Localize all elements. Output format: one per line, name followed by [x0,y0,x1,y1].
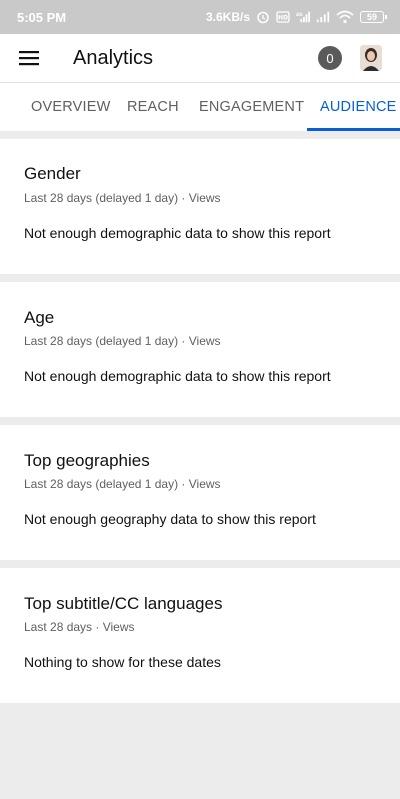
tab-reach[interactable]: REACH [127,83,179,131]
card-title: Gender [24,164,81,183]
svg-text:HD: HD [278,15,288,22]
card-subtitle: Last 28 days · Views [24,620,135,634]
geographies-card: Top geographies Last 28 days (delayed 1 … [0,425,400,560]
card-title: Age [24,308,55,327]
card-message: Not enough geography data to show this r… [24,511,316,527]
battery-icon: 59 [360,11,387,23]
card-subtitle: Last 28 days (delayed 1 day) · Views [24,334,221,348]
tab-overview[interactable]: OVERVIEW [31,83,111,131]
active-tab-indicator [307,128,400,131]
tab-engagement[interactable]: ENGAGEMENT [199,83,304,131]
card-subtitle: Last 28 days (delayed 1 day) · Views [24,191,221,205]
hamburger-menu-icon [19,51,39,66]
page-title: Analytics [73,46,154,69]
tab-audience[interactable]: AUDIENCE [320,83,397,131]
card-message: Nothing to show for these dates [24,654,221,670]
signal-4g-icon: 4G [296,11,310,23]
subtitle-languages-card: Top subtitle/CC languages Last 28 days ·… [0,568,400,703]
status-icons: 3.6KB/s HD 4G 59 [205,10,387,24]
age-card: Age Last 28 days (delayed 1 day) · Views… [0,282,400,417]
network-speed: 3.6KB/s [205,10,250,24]
card-message: Not enough demographic data to show this… [24,225,331,241]
profile-photo-icon [360,45,382,71]
tab-bar: OVERVIEW REACH ENGAGEMENT AUDIENCE [0,83,400,131]
card-title: Top geographies [24,451,150,470]
card-subtitle: Last 28 days (delayed 1 day) · Views [24,477,221,491]
hd-icon: HD [276,11,290,23]
status-bar: 5:05 PM 3.6KB/s HD 4G 59 [0,0,400,34]
status-time: 5:05 PM [17,9,67,25]
notification-badge[interactable]: 0 [318,46,342,70]
wifi-icon [336,10,354,24]
card-message: Not enough demographic data to show this… [24,368,331,384]
alarm-icon [257,11,269,24]
gender-card: Gender Last 28 days (delayed 1 day) · Vi… [0,139,400,274]
app-bar: Analytics 0 [0,34,400,82]
battery-level: 59 [366,12,377,22]
menu-button[interactable] [0,34,58,82]
avatar[interactable] [360,45,382,71]
signal-icon [316,11,330,23]
card-title: Top subtitle/CC languages [24,594,223,613]
svg-text:4G: 4G [296,12,303,18]
